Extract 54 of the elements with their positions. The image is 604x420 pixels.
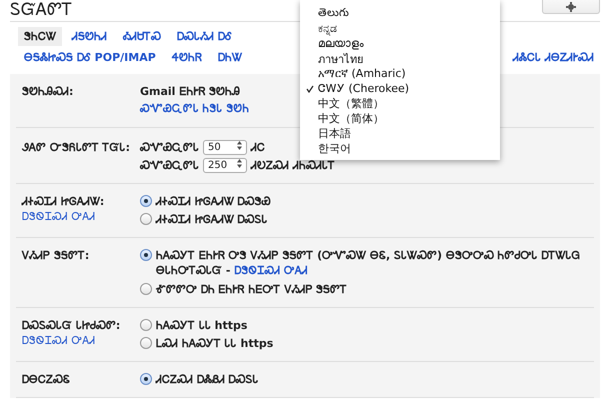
settings-tab[interactable]: ᎠᏍᏓᏱᏗ ᎠᎴ (171, 27, 238, 46)
learn-more-link[interactable]: ᎠᏕᏫᏆᏍᏗ ᎤᎪᏗ (22, 211, 134, 223)
setting-text: ᏍᏉᏯᏩᏛᏓ (140, 140, 199, 155)
language-option[interactable]: ᏣᎳᎩ (Cherokee) (300, 81, 500, 96)
settings-tab[interactable]: ᏗᎦᏬᏂᏗ (66, 27, 113, 46)
language-option[interactable]: አማርኛ (Amharic) (300, 66, 500, 81)
settings-tab[interactable]: ᎠᏂᏔ (212, 48, 248, 67)
radio-button[interactable] (140, 373, 152, 385)
setting-label: ᎠᏍᏚᏍᏓᏳ ᏓᏥᏧᏍᏛ: (22, 318, 122, 333)
setting-label: ᏭᎪᏛ ᏅᏕᏲᏓᏛᎢ ᎢᏳᏓ: (22, 140, 132, 155)
option-text: ᏞᏍᏗ ᏂᎪᏍᎩᎢ ᏓᏓ https (156, 336, 274, 351)
setting-text: ᏗᏟ (251, 140, 265, 155)
setting-label: ᎠᎾᏟᏃᏍᏋ (22, 372, 71, 387)
setting-label: ᏙᏱᏗᏢ ᏕᎦᏛᎢ: (22, 248, 90, 263)
setting-text: Gmail ᎬᏂᎨᏒ ᏕᏬᏂᎯ (140, 84, 240, 99)
stepper-arrows-icon (237, 159, 242, 168)
settings-tab[interactable]: ᏗᏜᏟᏓ ᏗᎾᏃᏗᎨᏍᏗ (507, 48, 600, 67)
language-link[interactable]: ᏍᏉᏯᏩᏛᏓ ᏂᏕᏓ ᏕᏬᏂ (140, 102, 250, 117)
setting-text: ᏍᏉᏯᏩᏛᏓ (140, 158, 199, 173)
radio-button[interactable] (140, 195, 152, 207)
setting-label: ᏗᏐᏍᏆᏗ ᏥᎶᎪᏗᏔ: (22, 194, 106, 209)
radio-button[interactable] (140, 283, 152, 295)
settings-tab[interactable]: ᎣᏗᏌᎢᏍ (117, 27, 167, 46)
radio-button[interactable] (140, 319, 152, 331)
language-option[interactable]: ภาษาไทย (300, 51, 500, 66)
radio-button[interactable] (140, 249, 152, 261)
language-option[interactable]: മലയാളം (300, 36, 500, 51)
option-text: ᏂᎪᏍᎩᎢ ᏓᏓ https (156, 318, 248, 333)
option-text: ᏗᏐᏍᏆᏗ ᏥᎶᎪᏗᏔ ᎠᏍᏕᏯ (156, 194, 271, 209)
page-title: ᏚᏳᎪᏛᎢ (10, 0, 72, 20)
settings-tab[interactable]: ᏕᏂᏟᏔ (18, 27, 62, 46)
learn-more-link[interactable]: ᎠᏕᏫᏆᏍᏗ ᎤᎪᏗ (22, 335, 134, 347)
settings-button[interactable] (542, 0, 600, 14)
page-size-select[interactable]: 50 (203, 140, 247, 155)
language-option[interactable]: తెలుగు (300, 6, 500, 21)
option-text: ᏗᏐᏍᏆᏗ ᏥᎶᎪᏗᏔ ᎠᏍᏚᏓ (156, 212, 268, 227)
language-option[interactable]: 中文（简体） (300, 111, 500, 126)
language-option[interactable]: 한국어 (300, 141, 500, 156)
learn-more-link[interactable]: ᎠᏕᏫᏆᏍᏗ ᎤᎪᏗ (234, 265, 308, 277)
language-option[interactable]: 日本語 (300, 126, 500, 141)
language-option[interactable]: ಕನ್ನಡ (300, 21, 500, 36)
settings-tab[interactable]: ᎾᎦᏜᏥᏍᎦ ᎠᎴ POP/IMAP (18, 48, 162, 67)
option-text: ᏂᎪᏍᎩᎢ ᎬᏂᎨᏒ ᎤᏕ ᏙᏱᏗᏢ ᏕᎦᏛᎢ (ᎤᏉᏍᏔ ᎾᏋ, ᏚᏓᏔᏍᏛ) ᎾᏕᎤᎤᏍ ᏂᏛᏧᎤᏓ ᎠᎢᏔᏓᏀ ᎾᏓᏂᎤᎢᏍᏓᏳ - ᎠᏕᏫᏆᏍᏗ ᎤᎪᏗ (156, 248, 581, 279)
setting-text: ᏗᎧᏃᏍᏗ ᏗᏂᏍᏗᏓᎢ (251, 158, 335, 173)
radio-button[interactable] (140, 337, 152, 349)
language-option[interactable]: 中文（繁體） (300, 96, 500, 111)
stepper-arrows-icon (237, 141, 242, 150)
option-text: ᎹᏛᏛᎤ ᎠᏂ ᎬᏂᎨᏒ ᏂᎬᎤᎢ ᏙᏱᏗᏢ ᏕᎦᏛᎢ (156, 282, 348, 297)
radio-button[interactable] (140, 213, 152, 225)
settings-tab[interactable]: ᏎᏬᏂᏒ (166, 48, 208, 67)
gear-icon (566, 2, 576, 12)
option-text: ᏗᏟᏃᏍᏗ ᎠᏜᏰᏗ ᎠᏍᏚᏓ (156, 372, 259, 387)
page-size-select[interactable]: 250 (203, 158, 247, 173)
setting-label: ᏕᏬᏂᎯᏍᏗ: (22, 84, 74, 99)
